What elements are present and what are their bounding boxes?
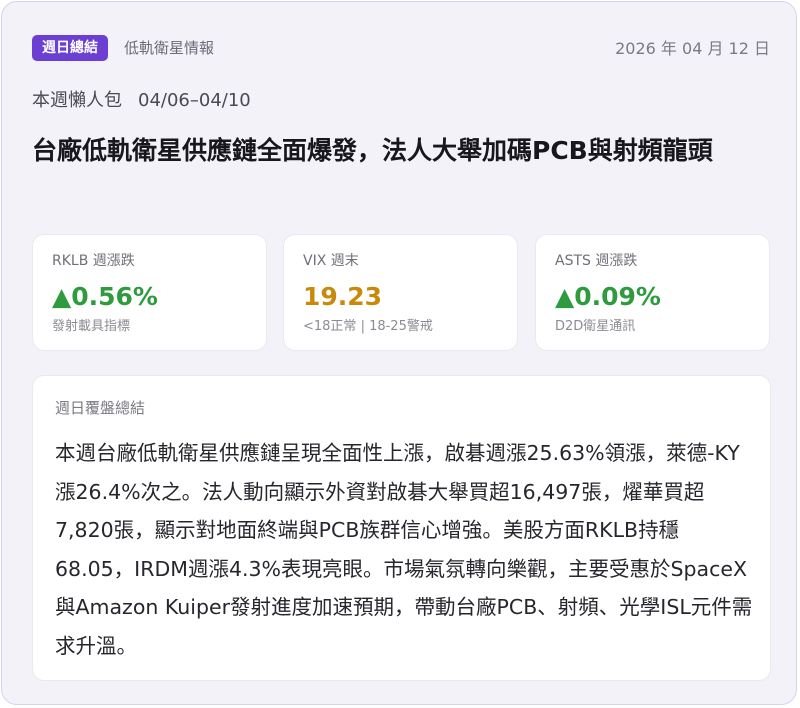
summary-title: 週日覆盤總結: [55, 399, 146, 417]
stat-card-rklb: RKLB 週漲跌 ▲0.56% 發射載具指標: [32, 234, 267, 351]
stat-note: 發射載具指標: [52, 319, 131, 334]
stat-card-vix: VIX 週末 19.23 <18正常 | 18-25警戒: [283, 234, 518, 351]
source-label: 低軌衛星情報: [124, 39, 215, 57]
stat-label: ASTS 週漲跌: [555, 253, 638, 269]
stat-note: D2D衛星通訊: [555, 319, 636, 334]
weekly-summary-panel: 週日覆盤總結 本週台廠低軌衛星供應鏈呈現全面性上漲，啟碁週漲25.63%領漲，萊…: [32, 375, 771, 681]
headline: 台廠低軌衛星供應鏈全面爆發，法人大舉加碼PCB與射頻龍頭: [32, 136, 713, 165]
week-summary-line: 本週懶人包 04/06–04/10: [32, 89, 251, 113]
category-badge: 週日總結: [32, 35, 108, 61]
stat-label: VIX 週末: [303, 253, 359, 269]
stat-note: <18正常 | 18-25警戒: [303, 319, 433, 334]
summary-body: 本週台廠低軌衛星供應鏈呈現全面性上漲，啟碁週漲25.63%領漲，萊德-KY漲26…: [55, 441, 753, 658]
stat-card-asts: ASTS 週漲跌 ▲0.09% D2D衛星通訊: [535, 234, 770, 351]
stat-value: ▲0.09%: [555, 282, 661, 311]
stat-label: RKLB 週漲跌: [52, 253, 135, 269]
weekly-report-card: 週日總結 低軌衛星情報 2026 年 04 月 12 日 本週懶人包 04/06–…: [1, 1, 797, 705]
week-label: 本週懶人包: [32, 90, 122, 111]
report-date: 2026 年 04 月 12 日: [615, 39, 770, 58]
stat-value: ▲0.56%: [52, 282, 158, 311]
week-range: 04/06–04/10: [138, 90, 251, 111]
stat-value: 19.23: [303, 282, 383, 311]
